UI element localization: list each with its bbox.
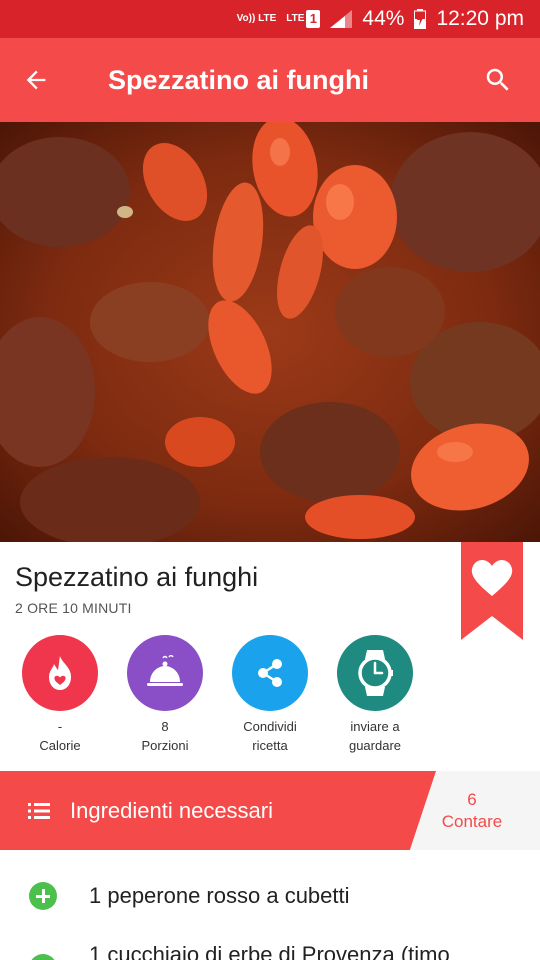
servings-label: 8 Porzioni	[142, 717, 189, 755]
ingredient-text: 1 peperone rosso a cubetti	[89, 883, 350, 908]
battery-percent: 44%	[362, 7, 405, 30]
watch-icon	[358, 650, 393, 696]
calories-caption: Calorie	[39, 738, 81, 753]
calories-label: - Calorie	[39, 717, 80, 755]
calories-value: -	[57, 719, 63, 734]
watch-line1: inviare a	[350, 719, 400, 734]
add-plus-icon[interactable]	[29, 954, 57, 960]
ingredient-item[interactable]: 1 peperone rosso a cubetti	[0, 866, 540, 926]
flame-heart-icon	[49, 656, 71, 690]
page-title: Spezzatino ai funghi	[108, 64, 369, 95]
recipe-actions: - Calorie 8 Porzioni Condividi ricetta i…	[0, 635, 540, 755]
count-label: Contare	[441, 812, 503, 831]
watch-line2: guardare	[348, 738, 402, 753]
favorite-button[interactable]	[461, 542, 523, 640]
search-icon	[486, 68, 509, 91]
share-line2: ricetta	[252, 738, 288, 753]
servings-action[interactable]: 8 Porzioni	[105, 635, 225, 755]
share-line1: Condividi	[243, 719, 297, 734]
calories-circle	[22, 635, 98, 711]
lte-indicator: LTE 1	[286, 10, 321, 28]
share-circle	[232, 635, 308, 711]
recipe-title: Spezzatino ai funghi	[15, 562, 259, 592]
signal-icon	[330, 10, 353, 28]
volte-indicator: Vo)) LTE	[236, 13, 277, 24]
lte-label: LTE	[286, 13, 305, 24]
sim-badge: 1	[306, 10, 321, 28]
count-value: 6	[467, 790, 477, 809]
ingredients-count: 6 Contare	[420, 789, 524, 833]
watch-circle	[337, 635, 413, 711]
recipe-duration: 2 ORE 10 MINUTI	[15, 600, 132, 616]
servings-caption: Porzioni	[141, 738, 189, 753]
share-action[interactable]: Condividi ricetta	[210, 635, 330, 755]
add-plus-icon[interactable]	[29, 882, 57, 910]
ingredient-text: 1 cucchiaio di erbe di Provenza (timo	[89, 942, 450, 960]
status-bar: Vo)) LTE LTE 1 44% 12:20 pm	[0, 0, 540, 38]
send-to-watch-action[interactable]: inviare a guardare	[315, 635, 435, 755]
watch-label: inviare a guardare	[349, 717, 401, 755]
ingredient-item[interactable]: 1 cucchiaio di erbe di Provenza (timo	[0, 926, 540, 960]
stew-illustration	[0, 122, 540, 542]
ingredients-label: Ingredienti necessari	[70, 797, 274, 823]
cloche-icon	[147, 655, 183, 686]
servings-value: 8	[161, 719, 169, 734]
calories-action[interactable]: - Calorie	[0, 635, 120, 755]
clock: 12:20 pm	[436, 7, 524, 30]
battery-charging-icon	[414, 9, 427, 29]
ingredients-tab[interactable]: Ingredienti necessari	[0, 771, 436, 850]
share-label: Condividi ricetta	[243, 717, 296, 755]
app-bar: Spezzatino ai funghi	[0, 38, 540, 122]
back-button[interactable]	[0, 38, 72, 122]
bookmark-ribbon	[461, 542, 523, 640]
recipe-photo	[0, 122, 540, 542]
servings-circle	[127, 635, 203, 711]
list-icon	[28, 802, 50, 819]
ingredients-header: Ingredienti necessari 6 Contare	[0, 771, 540, 850]
share-icon	[258, 659, 282, 687]
search-button[interactable]	[456, 38, 540, 122]
arrow-back-icon	[26, 70, 46, 90]
